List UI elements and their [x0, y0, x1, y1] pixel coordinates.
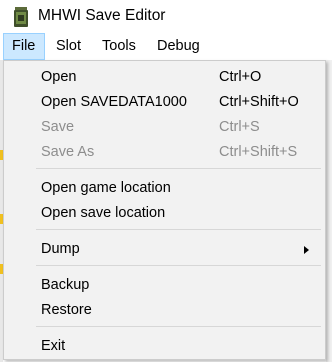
menu-tools[interactable]: Tools	[94, 33, 144, 60]
menu-item-shortcut: Ctrl+Shift+O	[219, 94, 299, 110]
menu-bar: File Slot Tools Debug	[0, 33, 332, 60]
menu-item-backup[interactable]: Backup	[6, 273, 323, 298]
menu-slot[interactable]: Slot	[48, 33, 89, 60]
menu-file[interactable]: File	[3, 33, 45, 60]
menu-item-exit[interactable]: Exit	[6, 334, 323, 359]
chevron-right-icon	[304, 246, 309, 254]
menu-item-label: Save As	[41, 144, 95, 160]
menu-item-shortcut: Ctrl+S	[219, 119, 260, 135]
menu-item-label: Dump	[41, 241, 80, 257]
title-bar: MHWI Save Editor	[0, 0, 332, 33]
menu-separator	[36, 326, 321, 327]
menu-separator	[36, 168, 321, 169]
background-window-strip	[326, 60, 332, 362]
menu-debug[interactable]: Debug	[149, 33, 208, 60]
menu-item-open[interactable]: Open Ctrl+O	[6, 65, 323, 90]
menu-item-open-game-location[interactable]: Open game location	[6, 176, 323, 201]
menu-item-label: Open SAVEDATA1000	[41, 94, 187, 110]
menu-item-save-as[interactable]: Save As Ctrl+Shift+S	[6, 140, 323, 165]
menu-item-shortcut: Ctrl+Shift+S	[219, 144, 298, 160]
menu-item-label: Open game location	[41, 180, 171, 196]
menu-item-label: Open	[41, 69, 77, 85]
menu-item-restore[interactable]: Restore	[6, 298, 323, 323]
window-title: MHWI Save Editor	[38, 7, 166, 24]
menu-item-label: Save	[41, 119, 75, 135]
menu-item-label: Backup	[41, 277, 90, 293]
menu-item-open-savedata[interactable]: Open SAVEDATA1000 Ctrl+Shift+O	[6, 90, 323, 115]
menu-item-save[interactable]: Save Ctrl+S	[6, 115, 323, 140]
menu-item-dump[interactable]: Dump	[6, 237, 323, 262]
app-icon	[14, 7, 28, 27]
menu-item-label: Exit	[41, 338, 66, 354]
menu-separator	[36, 265, 321, 266]
menu-item-open-save-location[interactable]: Open save location	[6, 201, 323, 226]
file-menu-dropdown: Open Ctrl+O Open SAVEDATA1000 Ctrl+Shift…	[3, 60, 326, 360]
menu-item-label: Restore	[41, 302, 92, 318]
menu-item-label: Open save location	[41, 205, 166, 221]
menu-item-shortcut: Ctrl+O	[219, 69, 262, 85]
menu-separator	[36, 229, 321, 230]
